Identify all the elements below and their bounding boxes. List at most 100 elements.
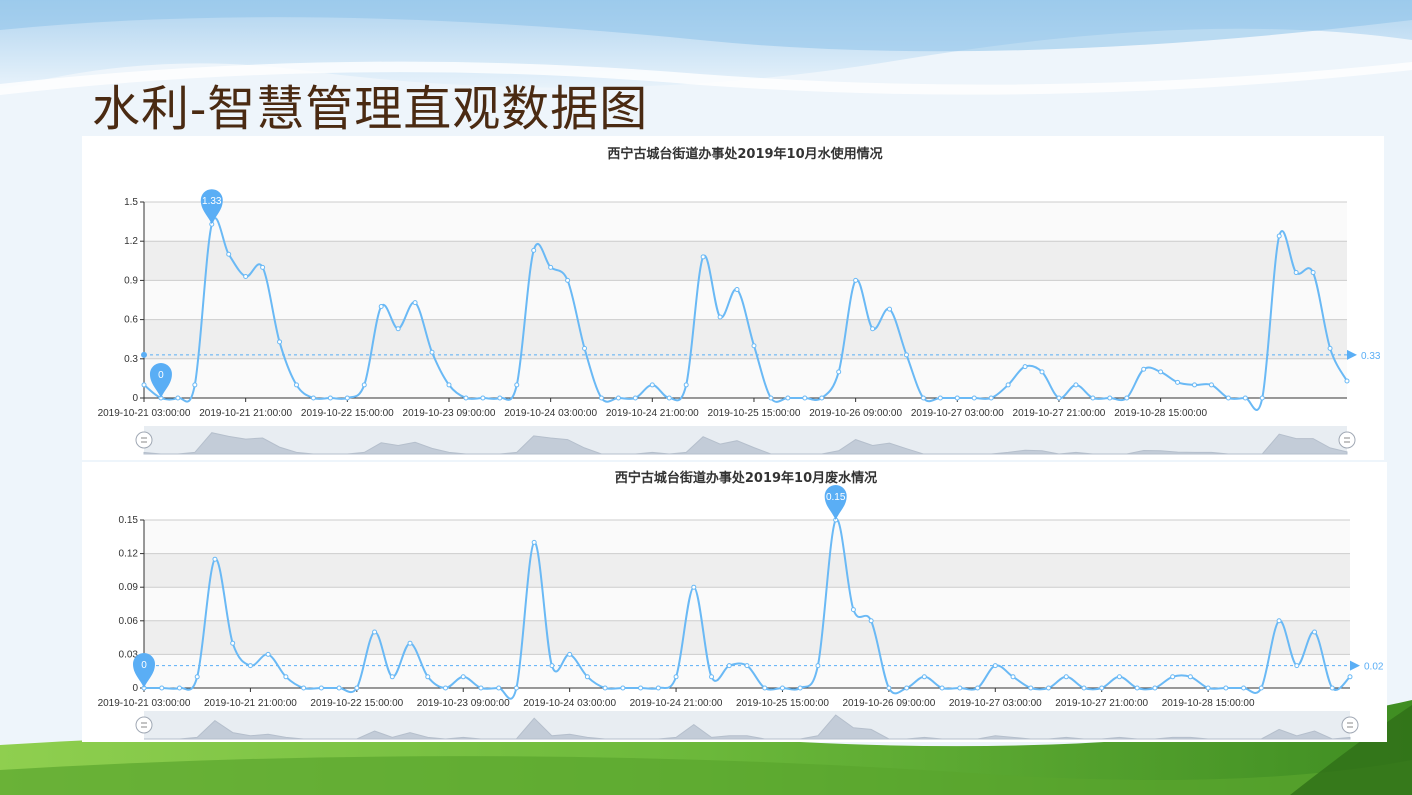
data-point[interactable]	[1344, 378, 1350, 384]
data-point[interactable]	[673, 674, 679, 680]
data-point[interactable]	[700, 254, 706, 260]
data-point[interactable]	[395, 326, 401, 332]
data-point[interactable]	[513, 685, 519, 691]
data-point[interactable]	[354, 685, 360, 691]
data-point[interactable]	[192, 382, 198, 388]
data-point[interactable]	[868, 618, 874, 624]
data-point[interactable]	[649, 382, 655, 388]
data-point[interactable]	[265, 651, 271, 657]
data-point[interactable]	[1276, 233, 1282, 239]
data-point[interactable]	[638, 685, 644, 691]
data-point[interactable]	[310, 395, 316, 401]
data-point[interactable]	[531, 539, 537, 545]
data-point[interactable]	[318, 685, 324, 691]
data-point[interactable]	[779, 685, 785, 691]
data-point[interactable]	[836, 369, 842, 375]
data-point[interactable]	[1010, 674, 1016, 680]
data-point[interactable]	[389, 674, 395, 680]
data-point[interactable]	[141, 382, 147, 388]
data-point[interactable]	[632, 395, 638, 401]
data-point[interactable]	[584, 674, 590, 680]
data-point[interactable]	[853, 277, 859, 283]
data-point[interactable]	[815, 663, 821, 669]
data-point[interactable]	[762, 685, 768, 691]
data-point[interactable]	[159, 685, 165, 691]
data-point[interactable]	[372, 629, 378, 635]
data-point[interactable]	[1242, 395, 1248, 401]
data-point[interactable]	[751, 343, 757, 349]
data-point[interactable]	[277, 339, 283, 345]
data-point[interactable]	[886, 685, 892, 691]
data-point[interactable]	[478, 685, 484, 691]
data-point[interactable]	[412, 300, 418, 306]
data-point[interactable]	[768, 395, 774, 401]
data-point[interactable]	[683, 382, 689, 388]
data-point[interactable]	[1327, 345, 1333, 351]
data-point[interactable]	[850, 607, 856, 613]
data-point[interactable]	[620, 685, 626, 691]
data-point[interactable]	[655, 685, 661, 691]
data-point[interactable]	[1170, 674, 1176, 680]
data-point[interactable]	[327, 395, 333, 401]
datazoom-handle-knob[interactable]	[1341, 716, 1359, 734]
data-point[interactable]	[1134, 685, 1140, 691]
data-point[interactable]	[975, 685, 981, 691]
data-point[interactable]	[1310, 270, 1316, 276]
data-point[interactable]	[1141, 366, 1147, 372]
data-point[interactable]	[1158, 369, 1164, 375]
data-point[interactable]	[212, 556, 218, 562]
data-point[interactable]	[734, 287, 740, 293]
data-point[interactable]	[1294, 663, 1300, 669]
data-point[interactable]	[1276, 618, 1282, 624]
data-point[interactable]	[957, 685, 963, 691]
data-point[interactable]	[531, 247, 537, 253]
data-point[interactable]	[549, 663, 555, 669]
data-point[interactable]	[920, 395, 926, 401]
data-point[interactable]	[283, 674, 289, 680]
data-point[interactable]	[1099, 685, 1105, 691]
data-point[interactable]	[301, 685, 307, 691]
datazoom-handle-end[interactable]	[1338, 431, 1356, 449]
data-point[interactable]	[870, 326, 876, 332]
data-point[interactable]	[726, 663, 732, 669]
data-point[interactable]	[293, 382, 299, 388]
data-point[interactable]	[247, 663, 253, 669]
data-point[interactable]	[717, 314, 723, 320]
data-point[interactable]	[744, 663, 750, 669]
data-point[interactable]	[1258, 685, 1264, 691]
data-point[interactable]	[1205, 685, 1211, 691]
data-point[interactable]	[446, 382, 452, 388]
data-point[interactable]	[971, 395, 977, 401]
data-point[interactable]	[988, 395, 994, 401]
data-point[interactable]	[226, 251, 232, 257]
data-point[interactable]	[1039, 369, 1045, 375]
data-point[interactable]	[939, 685, 945, 691]
data-point[interactable]	[1063, 674, 1069, 680]
data-point[interactable]	[514, 382, 520, 388]
data-point[interactable]	[243, 273, 249, 279]
data-point[interactable]	[921, 674, 927, 680]
datazoom-track[interactable]	[144, 711, 1350, 739]
data-point[interactable]	[407, 640, 413, 646]
data-point[interactable]	[565, 277, 571, 283]
data-point[interactable]	[378, 304, 384, 310]
data-point[interactable]	[1347, 674, 1353, 680]
data-point[interactable]	[1312, 629, 1318, 635]
data-point[interactable]	[194, 674, 200, 680]
data-point[interactable]	[548, 264, 554, 270]
data-point[interactable]	[496, 685, 502, 691]
data-point[interactable]	[819, 395, 825, 401]
datazoom-handle-knob[interactable]	[135, 431, 153, 449]
data-point[interactable]	[480, 395, 486, 401]
data-point[interactable]	[802, 395, 808, 401]
data-point[interactable]	[1022, 364, 1028, 370]
data-point[interactable]	[903, 352, 909, 358]
datazoom-handle-start[interactable]	[135, 431, 153, 449]
data-point[interactable]	[1225, 395, 1231, 401]
data-point[interactable]	[709, 674, 715, 680]
data-point[interactable]	[1192, 382, 1198, 388]
data-point[interactable]	[937, 395, 943, 401]
data-point[interactable]	[1293, 270, 1299, 276]
data-point[interactable]	[1073, 382, 1079, 388]
data-point[interactable]	[176, 685, 182, 691]
